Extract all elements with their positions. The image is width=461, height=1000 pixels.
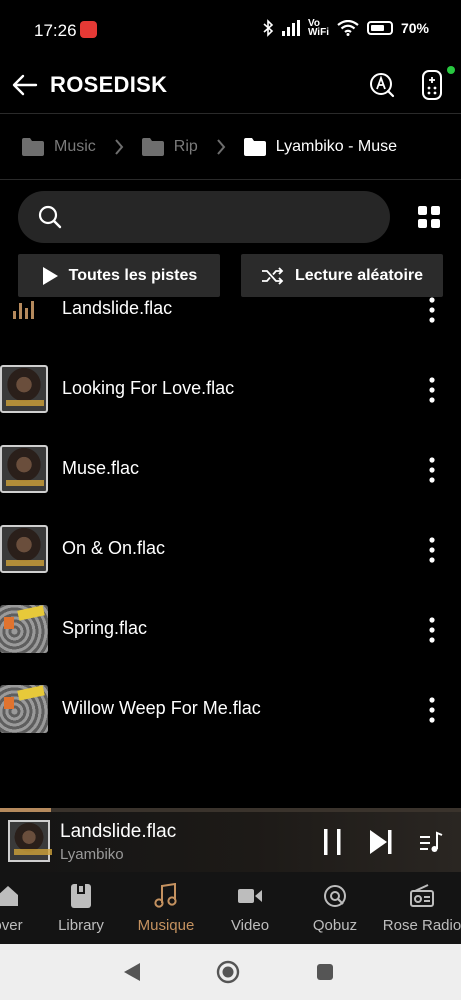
mini-player-artist: Lyambiko bbox=[60, 846, 124, 863]
nav-item-musique[interactable]: Musique bbox=[131, 872, 201, 944]
action-buttons: Toutes les pistes Lecture aléatoire bbox=[18, 254, 443, 297]
search-row bbox=[18, 191, 443, 243]
play-icon bbox=[42, 266, 58, 285]
nav-item-discover[interactable]: over bbox=[0, 872, 28, 944]
signal-icon bbox=[281, 20, 300, 36]
list-item[interactable]: Landslide.flac bbox=[0, 297, 461, 353]
breadcrumb-item-rip[interactable]: Rip bbox=[141, 137, 198, 156]
chevron-right-icon bbox=[114, 138, 124, 156]
folder-icon bbox=[141, 137, 164, 156]
search-input[interactable] bbox=[74, 203, 374, 231]
list-item[interactable]: Looking For Love.flac bbox=[0, 353, 461, 433]
mini-player[interactable]: Landslide.flac Lyambiko bbox=[0, 808, 461, 872]
list-item[interactable]: Spring.flac bbox=[0, 593, 461, 673]
nav-item-library[interactable]: Library bbox=[51, 872, 111, 944]
battery-percent: 70% bbox=[400, 20, 429, 36]
breadcrumb-item-current[interactable]: Lyambiko - Muse bbox=[243, 137, 398, 156]
a-circle-icon[interactable] bbox=[367, 70, 397, 100]
home-icon bbox=[0, 883, 21, 909]
nav-label: Qobuz bbox=[312, 916, 358, 934]
bottom-nav: over Library Musique Video Qobuz Rose Ra… bbox=[0, 872, 461, 944]
chevron-right-icon bbox=[216, 138, 226, 156]
album-art bbox=[0, 365, 48, 413]
album-art bbox=[0, 445, 48, 493]
list-item[interactable]: Willow Weep For Me.flac bbox=[0, 673, 461, 753]
vowifi-icon: Vo WiFi bbox=[307, 18, 329, 38]
music-note-icon bbox=[153, 882, 179, 909]
search-icon bbox=[38, 205, 62, 229]
album-art bbox=[0, 525, 48, 573]
wifi-icon bbox=[337, 20, 359, 36]
bluetooth-icon bbox=[263, 19, 274, 37]
track-name: Muse.flac bbox=[62, 458, 140, 478]
remote-icon[interactable] bbox=[417, 68, 447, 102]
connection-status-dot bbox=[447, 66, 455, 74]
library-icon bbox=[68, 883, 94, 909]
nav-item-video[interactable]: Video bbox=[222, 872, 278, 944]
page-title: ROSEDISK bbox=[50, 72, 168, 97]
breadcrumb-label: Music bbox=[54, 137, 96, 155]
status-time: 17:26 bbox=[34, 21, 77, 40]
qobuz-icon bbox=[322, 883, 348, 909]
nav-label: Library bbox=[58, 916, 104, 934]
queue-music-icon[interactable] bbox=[418, 828, 444, 856]
folder-icon bbox=[243, 137, 266, 156]
search-box[interactable] bbox=[18, 191, 390, 243]
nav-label: Rose Radio bbox=[382, 916, 461, 934]
radio-icon bbox=[409, 883, 435, 909]
breadcrumb-label: Rip bbox=[173, 137, 198, 155]
track-name: Landslide.flac bbox=[62, 298, 173, 318]
home-circle-icon[interactable] bbox=[216, 960, 240, 984]
mini-player-title: Landslide.flac bbox=[60, 821, 177, 842]
track-list: Landslide.flac Looking For Love.flac Mus… bbox=[0, 297, 461, 807]
nav-item-qobuz[interactable]: Qobuz bbox=[306, 872, 364, 944]
mini-player-album-art bbox=[8, 820, 52, 862]
battery-icon bbox=[366, 21, 393, 35]
more-vert-icon[interactable] bbox=[427, 297, 437, 325]
more-vert-icon[interactable] bbox=[427, 615, 437, 645]
album-art bbox=[0, 685, 48, 733]
pause-icon[interactable] bbox=[320, 828, 346, 856]
folder-icon bbox=[22, 137, 44, 156]
recents-square-icon[interactable] bbox=[313, 960, 337, 984]
video-icon bbox=[237, 883, 263, 909]
notification-app-icon bbox=[80, 21, 97, 38]
list-item[interactable]: On & On.flac bbox=[0, 513, 461, 593]
more-vert-icon[interactable] bbox=[427, 375, 437, 405]
track-name: Looking For Love.flac bbox=[62, 378, 235, 398]
track-name: On & On.flac bbox=[62, 538, 166, 558]
breadcrumb: Music Rip Lyambiko - Muse bbox=[0, 114, 461, 180]
status-icons: Vo WiFi 70% bbox=[262, 18, 429, 38]
grid-view-icon[interactable] bbox=[417, 205, 441, 229]
status-bar: 17:26 Vo WiFi 70% bbox=[0, 0, 461, 62]
nav-label: Musique bbox=[137, 916, 195, 934]
more-vert-icon[interactable] bbox=[427, 455, 437, 485]
more-vert-icon[interactable] bbox=[427, 535, 437, 565]
play-all-button[interactable]: Toutes les pistes bbox=[18, 254, 220, 297]
shuffle-icon bbox=[261, 266, 284, 285]
now-playing-indicator bbox=[0, 297, 48, 339]
equalizer-icon bbox=[13, 301, 37, 319]
back-arrow-icon[interactable] bbox=[10, 70, 40, 100]
progress-fill bbox=[0, 808, 51, 812]
back-triangle-icon[interactable] bbox=[120, 960, 144, 984]
nav-item-rose-radio[interactable]: Rose Radio bbox=[380, 872, 461, 944]
more-vert-icon[interactable] bbox=[427, 695, 437, 725]
play-all-label: Toutes les pistes bbox=[68, 266, 198, 284]
progress-bar[interactable] bbox=[0, 808, 461, 812]
list-item[interactable]: Muse.flac bbox=[0, 433, 461, 513]
breadcrumb-label: Lyambiko - Muse bbox=[275, 137, 398, 155]
track-name: Spring.flac bbox=[62, 618, 148, 638]
nav-label: over bbox=[0, 916, 23, 934]
nav-label: Video bbox=[230, 916, 270, 934]
album-art bbox=[0, 605, 48, 653]
shuffle-button[interactable]: Lecture aléatoire bbox=[241, 254, 443, 297]
skip-next-icon[interactable] bbox=[368, 828, 394, 856]
track-name: Willow Weep For Me.flac bbox=[62, 698, 261, 718]
shuffle-label: Lecture aléatoire bbox=[294, 266, 424, 284]
breadcrumb-item-music[interactable]: Music bbox=[22, 137, 96, 156]
app-bar: ROSEDISK bbox=[0, 62, 461, 114]
system-navigation-bar bbox=[0, 944, 461, 1000]
